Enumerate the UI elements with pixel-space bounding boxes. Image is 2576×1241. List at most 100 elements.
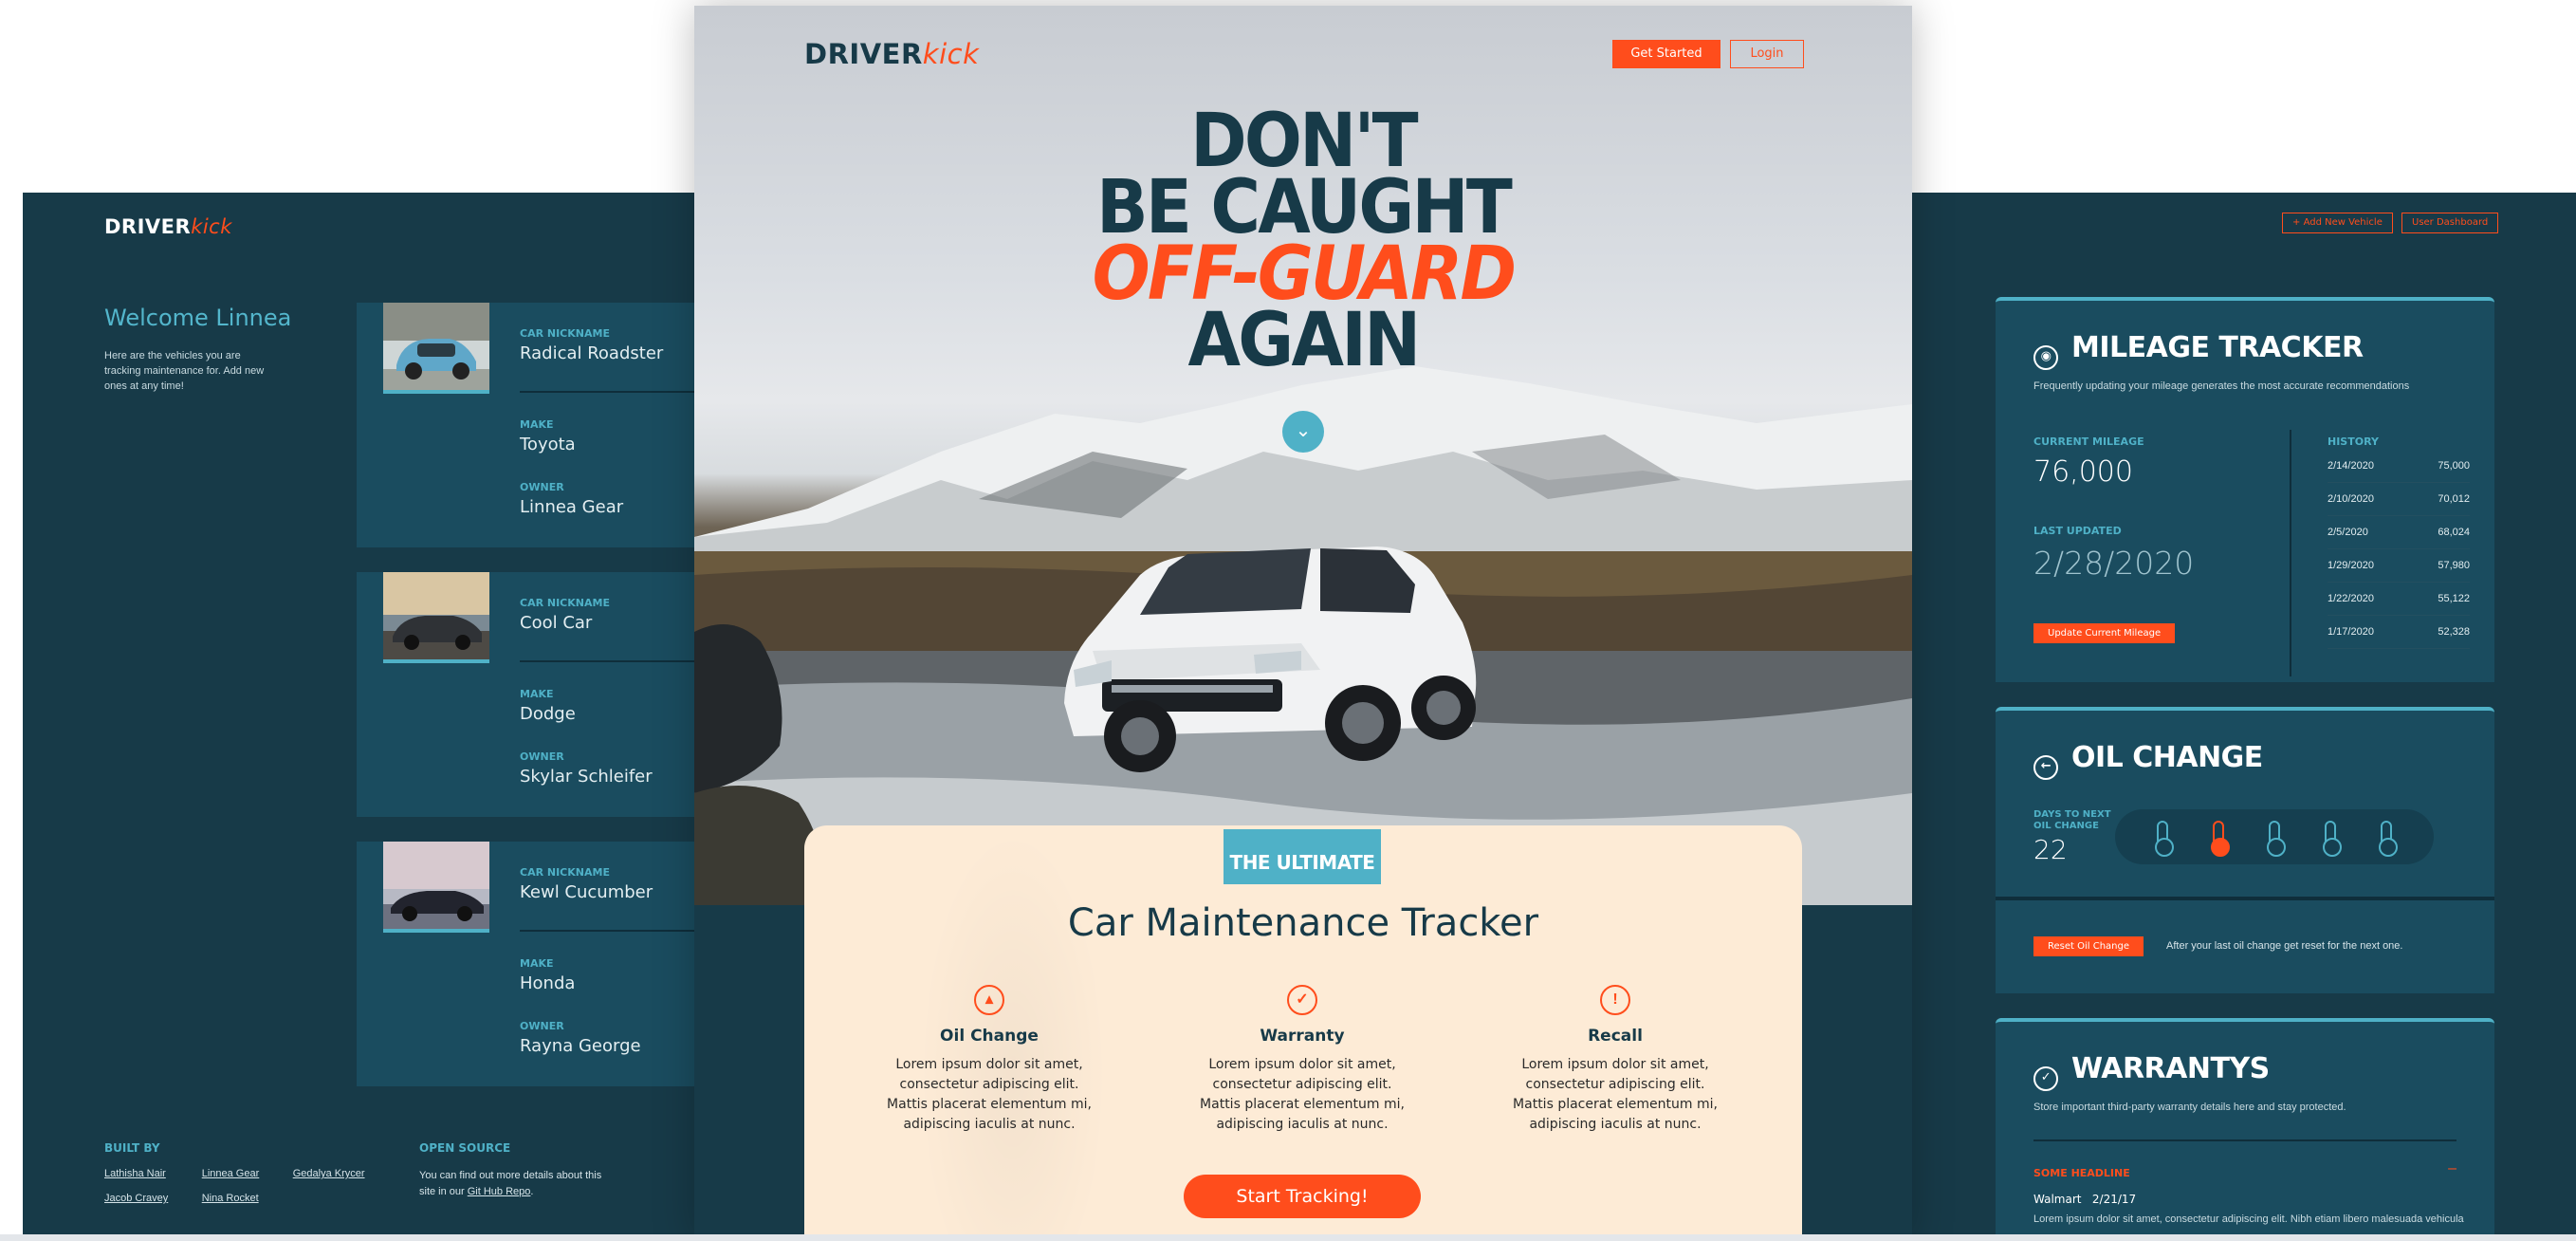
warranty-text: Lorem ipsum dolor sit amet, consectetur …: [2033, 1213, 2464, 1225]
author-link[interactable]: Nina Rocket: [202, 1193, 274, 1204]
history-miles: 55,122: [2438, 593, 2470, 604]
thermometer-icon: [2154, 821, 2174, 857]
feature-panel: THE ULTIMATE Car Maintenance Tracker ▴ O…: [804, 825, 1802, 1241]
built-by-section: BUILT BY Lathisha Nair Linnea Gear Gedal…: [104, 1141, 379, 1204]
get-started-button[interactable]: Get Started: [1612, 40, 1720, 68]
welcome-text: Here are the vehicles you are tracking m…: [104, 350, 265, 392]
history-date: 1/29/2020: [2328, 560, 2374, 571]
open-source-section: OPEN SOURCE You can find out more detail…: [419, 1141, 609, 1200]
make-field: MAKE Dodge: [520, 688, 576, 724]
warranty-accordion[interactable]: SOME HEADLINE –: [2033, 1160, 2456, 1181]
car-card[interactable]: CAR NICKNAME Radical Roadster MAKE Toyot…: [357, 303, 706, 547]
make-label: MAKE: [520, 957, 554, 970]
dashboard-screen: DRIVERkick Welcome Linnea Here are the v…: [23, 193, 706, 1234]
bottom-strip: [0, 1234, 2576, 1241]
thermometer-icon: [2266, 821, 2286, 857]
welcome-block: Welcome Linnea Here are the vehicles you…: [104, 305, 294, 394]
alert-circle-icon: !: [1600, 985, 1630, 1015]
owner-value: Skylar Schleifer: [520, 767, 653, 787]
days-label: DAYS TO NEXT OIL CHANGE: [2033, 809, 2111, 831]
feature-title: Warranty: [1260, 1027, 1345, 1046]
oil-icon: ←: [2033, 755, 2058, 780]
feature-warranty: ✓ Warranty Lorem ipsum dolor sit amet, c…: [1193, 985, 1411, 1135]
history-miles: 57,980: [2438, 560, 2470, 571]
dashboard-logo[interactable]: DRIVERkick: [104, 215, 232, 238]
page: DRIVERkick Welcome Linnea Here are the v…: [0, 0, 2576, 1241]
car-photo: [383, 572, 489, 663]
add-vehicle-button[interactable]: + Add New Vehicle: [2282, 213, 2393, 233]
divider: [520, 930, 706, 932]
nickname-field: CAR NICKNAME Kewl Cucumber: [520, 866, 653, 902]
history-row: 2/14/2020 75,000: [2328, 450, 2470, 483]
divider: [2033, 1139, 2456, 1141]
reset-oil-button[interactable]: Reset Oil Change: [2033, 936, 2144, 956]
built-by-names: Lathisha Nair Linnea Gear Gedalya Krycer…: [104, 1168, 379, 1204]
divider: [520, 391, 706, 393]
divider: [520, 660, 706, 662]
landing-screen: DRIVERkick Get Started Login DON'T BE CA…: [694, 6, 1912, 1241]
history-date: 1/22/2020: [2328, 593, 2374, 604]
mileage-history: HISTORY 2/14/2020 75,000 2/10/2020 70,012 …: [2328, 435, 2470, 649]
nickname-value: Kewl Cucumber: [520, 882, 653, 902]
github-repo-link[interactable]: Git Hub Repo: [468, 1186, 531, 1197]
author-link[interactable]: Lathisha Nair: [104, 1168, 183, 1179]
update-mileage-button[interactable]: Update Current Mileage: [2033, 623, 2176, 643]
car-card[interactable]: CAR NICKNAME Kewl Cucumber MAKE Honda OW…: [357, 842, 706, 1086]
car-photo: [383, 303, 489, 394]
open-source-suffix: .: [530, 1186, 534, 1197]
history-row: 1/17/2020 52,328: [2328, 616, 2470, 649]
owner-value: Linnea Gear: [520, 497, 624, 517]
oil-note: After your last oil change get reset for…: [2166, 940, 2403, 952]
history-miles: 70,012: [2438, 493, 2470, 505]
owner-label: OWNER: [520, 1020, 564, 1032]
history-date: 2/10/2020: [2328, 493, 2374, 505]
user-dashboard-button[interactable]: User Dashboard: [2401, 213, 2499, 233]
history-date: 2/5/2020: [2328, 527, 2368, 538]
make-field: MAKE Honda: [520, 957, 575, 993]
owner-label: OWNER: [520, 750, 564, 763]
tracker-screen: + Add New Vehicle User Dashboard ◉ MILEAG…: [1891, 193, 2576, 1234]
history-row: 2/10/2020 70,012: [2328, 483, 2470, 516]
car-card[interactable]: CAR NICKNAME Cool Car MAKE Dodge OWNER S…: [357, 572, 706, 817]
divider: [1996, 897, 2494, 900]
author-link[interactable]: Gedalya Krycer: [293, 1168, 379, 1179]
logo-accent-text: kick: [922, 38, 980, 70]
make-value: Honda: [520, 973, 576, 993]
nickname-label: CAR NICKNAME: [520, 866, 610, 879]
thermometer-icon: [2323, 821, 2343, 857]
last-updated-value: 2/28/2020: [2033, 545, 2195, 582]
history-row: 1/22/2020 55,122: [2328, 583, 2470, 616]
nickname-label: CAR NICKNAME: [520, 327, 610, 340]
welcome-title: Welcome Linnea: [104, 305, 292, 331]
oil-title: ← OIL CHANGE: [2033, 741, 2263, 780]
mileage-title: ◉ MILEAGE TRACKER: [2033, 331, 2364, 370]
owner-field: OWNER Linnea Gear: [520, 481, 623, 517]
mileage-tracker-card: ◉ MILEAGE TRACKER Frequently updating you…: [1996, 297, 2494, 682]
start-tracking-button[interactable]: Start Tracking!: [1184, 1175, 1421, 1218]
feature-title: Oil Change: [940, 1027, 1039, 1046]
current-mileage: CURRENT MILEAGE 76,000: [2033, 435, 2144, 489]
landing-logo[interactable]: DRIVERkick: [804, 38, 979, 70]
login-button[interactable]: Login: [1730, 40, 1804, 68]
scroll-down-button[interactable]: ⌄: [1282, 411, 1324, 453]
warranty-title-text: WARRANTYS: [2071, 1052, 2270, 1085]
author-link[interactable]: Jacob Cravey: [104, 1193, 183, 1204]
days-value: 22: [2033, 834, 2068, 865]
author-link[interactable]: Linnea Gear: [202, 1168, 274, 1179]
owner-field: OWNER Rayna George: [520, 1020, 641, 1056]
warranty-headline: SOME HEADLINE: [2033, 1167, 2130, 1179]
feature-title: Recall: [1588, 1027, 1643, 1046]
last-updated-label: LAST UPDATED: [2033, 525, 2122, 537]
nickname-field: CAR NICKNAME Radical Roadster: [520, 327, 663, 363]
owner-field: OWNER Skylar Schleifer: [520, 750, 653, 787]
nickname-label: CAR NICKNAME: [520, 597, 610, 609]
hero: DRIVERkick Get Started Login DON'T BE CA…: [694, 6, 1912, 905]
mileage-title-text: MILEAGE TRACKER: [2071, 331, 2364, 364]
collapse-icon[interactable]: –: [2448, 1160, 2456, 1177]
open-source-text: You can find out more details about this…: [419, 1168, 609, 1200]
logo-accent-text: kick: [191, 215, 232, 238]
nickname-value: Cool Car: [520, 613, 593, 633]
chevron-down-icon: ⌄: [1295, 420, 1312, 441]
warranty-subtitle: Store important third-party warranty det…: [2033, 1102, 2346, 1113]
make-label: MAKE: [520, 688, 554, 700]
